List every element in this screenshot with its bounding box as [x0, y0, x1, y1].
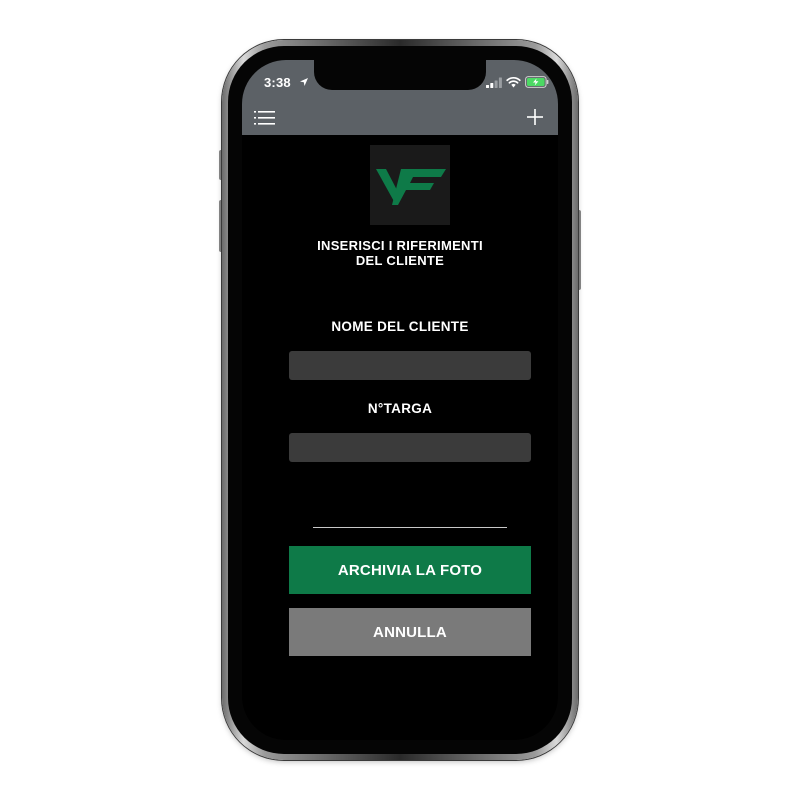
- plate-number-label: N°TARGA: [367, 401, 433, 416]
- phone-frame: 3:38 INSERISCI I RIFERIMENTI DEL CLIENTE…: [222, 40, 578, 760]
- phone-notch: [314, 60, 486, 90]
- vf-logo: [370, 145, 450, 225]
- status-time: 3:38: [264, 75, 291, 90]
- plus-icon[interactable]: [526, 108, 544, 126]
- stage: 3:38 INSERISCI I RIFERIMENTI DEL CLIENTE…: [0, 0, 800, 800]
- vf-logo-icon: [376, 169, 446, 205]
- battery-charging-icon: [525, 76, 549, 88]
- client-name-input[interactable]: [289, 351, 531, 380]
- page-title-line1: INSERISCI I RIFERIMENTI: [317, 238, 483, 253]
- page-title-line2: DEL CLIENTE: [355, 253, 445, 268]
- plate-number-input[interactable]: [289, 433, 531, 462]
- wifi-icon: [506, 76, 521, 88]
- cancel-button[interactable]: ANNULLA: [289, 608, 531, 656]
- page-title: INSERISCI I RIFERIMENTI DEL CLIENTE: [242, 238, 558, 268]
- phone-bezel: 3:38 INSERISCI I RIFERIMENTI DEL CLIENTE…: [228, 46, 572, 754]
- divider: [313, 527, 507, 528]
- archive-photo-button[interactable]: ARCHIVIA LA FOTO: [289, 546, 531, 594]
- client-name-label: NOME DEL CLIENTE: [331, 319, 469, 334]
- app-header: 3:38: [242, 60, 558, 135]
- location-arrow-icon: [300, 78, 308, 86]
- app-screen: 3:38 INSERISCI I RIFERIMENTI DEL CLIENTE…: [242, 60, 558, 740]
- cellular-signal-icon: [486, 77, 502, 88]
- list-menu-icon[interactable]: [254, 110, 276, 126]
